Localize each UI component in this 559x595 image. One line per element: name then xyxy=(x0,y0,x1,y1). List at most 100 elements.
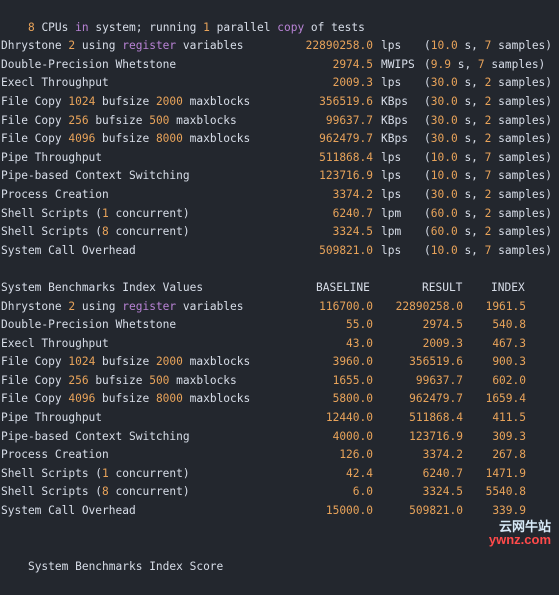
test-name: Double-Precision Whetstone xyxy=(1,316,176,335)
name-part: 8 xyxy=(102,225,109,239)
result-row: Pipe-based Context Switching 123716.9 lps (… xyxy=(1,167,559,186)
index-value: 309.3 xyxy=(492,429,526,443)
result-unit: KBps xyxy=(381,113,408,127)
baseline-value: 43.0 xyxy=(346,336,373,350)
index-row: Shell Scripts (1 concurrent) 42.4 6240.7 14… xyxy=(1,465,559,484)
test-name: Pipe Throughput xyxy=(1,409,102,428)
name-part: Double-Precision Whetstone xyxy=(1,57,177,71)
name-part: Process Creation xyxy=(1,448,109,462)
test-name: File Copy 1024 bufsize 2000 maxblocks xyxy=(1,93,250,112)
baseline-value: 15000.0 xyxy=(325,504,373,518)
result-value: 123716.9 xyxy=(319,169,373,183)
index-value: 1659.4 xyxy=(485,392,526,406)
detail-part: 60.0 xyxy=(430,206,458,220)
result-value: 3324.5 xyxy=(422,485,463,499)
test-name: Shell Scripts (1 concurrent) xyxy=(1,205,190,224)
detail-part: samples) xyxy=(491,169,553,183)
result-value: 3374.2 xyxy=(332,187,373,201)
detail-part: ( xyxy=(424,132,431,146)
baseline-value: 4000.0 xyxy=(332,429,373,443)
detail-part: ( xyxy=(424,206,431,220)
name-part: 256 xyxy=(68,373,89,387)
name-part: Pipe Throughput xyxy=(1,411,103,425)
result-value: 356519.6 xyxy=(319,94,373,108)
index-row: File Copy 1024 bufsize 2000 maxblocks 396… xyxy=(1,353,559,372)
index-row: System Call Overhead 15000.0 509821.0 339.9 xyxy=(1,502,559,521)
name-part: bufsize xyxy=(95,355,156,369)
result-value: 511868.4 xyxy=(409,411,463,425)
index-row: Process Creation 126.0 3374.2 267.8 xyxy=(1,446,559,465)
detail-part: s, xyxy=(457,39,485,53)
name-part: File Copy xyxy=(1,132,69,146)
name-part: Dhrystone xyxy=(1,39,69,53)
detail-part: ( xyxy=(424,57,431,71)
result-row: File Copy 1024 bufsize 2000 maxblocks 356… xyxy=(1,93,559,112)
test-name: File Copy 256 bufsize 500 maxblocks xyxy=(1,112,237,131)
index-header: System Benchmarks Index Values BASELINE … xyxy=(1,279,559,298)
detail-part: ( xyxy=(424,187,431,201)
detail-part: samples) xyxy=(491,132,553,146)
name-part: register xyxy=(122,299,177,313)
result-detail: (30.0 s, 2 samples) xyxy=(424,112,552,131)
name-part: 8000 xyxy=(155,392,183,406)
name-part: File Copy xyxy=(1,373,69,387)
detail-part: s, xyxy=(457,206,485,220)
result-detail: (30.0 s, 2 samples) xyxy=(424,93,552,112)
detail-part: 10.0 xyxy=(430,169,458,183)
result-detail: (30.0 s, 2 samples) xyxy=(424,130,552,149)
name-part: System Call Overhead xyxy=(1,504,136,518)
result-value: 22890258.0 xyxy=(395,299,463,313)
result-value: 2974.5 xyxy=(332,57,373,71)
name-part: 1 xyxy=(102,466,109,480)
result-detail: (10.0 s, 7 samples) xyxy=(424,167,552,186)
index-value: 900.3 xyxy=(492,355,526,369)
detail-part: 9.9 xyxy=(430,57,451,71)
detail-part: 30.0 xyxy=(430,76,458,90)
result-row: Process Creation 3374.2 lps (30.0 s, 2 samp… xyxy=(1,186,559,205)
name-part: Pipe-based Context Switching xyxy=(1,169,190,183)
name-part: Shell Scripts ( xyxy=(1,225,103,239)
detail-part: 30.0 xyxy=(430,94,458,108)
name-part: maxblocks xyxy=(169,373,237,387)
name-part: 4096 xyxy=(68,132,96,146)
index-row: Execl Throughput 43.0 2009.3 467.3 xyxy=(1,335,559,354)
result-detail: (10.0 s, 7 samples) xyxy=(424,149,552,168)
result-detail: (60.0 s, 2 samples) xyxy=(424,223,552,242)
result-value: 2009.3 xyxy=(422,336,463,350)
result-value: 2009.3 xyxy=(332,76,373,90)
name-part: Dhrystone xyxy=(1,299,69,313)
detail-part: s, xyxy=(457,76,485,90)
result-unit: lps xyxy=(381,187,402,201)
result-detail: (30.0 s, 2 samples) xyxy=(424,74,552,93)
test-name: Shell Scripts (1 concurrent) xyxy=(1,465,190,484)
result-value: 123716.9 xyxy=(409,429,463,443)
baseline-value: 3960.0 xyxy=(332,355,373,369)
name-part: maxblocks xyxy=(169,113,237,127)
index-row: Pipe Throughput 12440.0 511868.4 411.5 xyxy=(1,409,559,428)
name-part: concurrent) xyxy=(108,206,190,220)
test-name: Double-Precision Whetstone xyxy=(1,56,176,75)
name-part: File Copy xyxy=(1,392,69,406)
index-value: 267.8 xyxy=(492,448,526,462)
result-detail: (9.9 s, 7 samples) xyxy=(424,56,545,75)
name-part: maxblocks xyxy=(182,94,251,108)
test-name: Pipe Throughput xyxy=(1,149,102,168)
watermark-line1: 云网牛站 xyxy=(498,518,551,534)
result-value: 962479.7 xyxy=(409,392,463,406)
score-line: System Benchmarks Index Score xyxy=(1,539,559,573)
name-part: 500 xyxy=(149,113,170,127)
baseline-header: BASELINE xyxy=(316,280,370,294)
result-value: 2974.5 xyxy=(422,318,463,332)
name-part: maxblocks xyxy=(182,355,251,369)
result-row: Execl Throughput 2009.3 lps (30.0 s, 2 samp… xyxy=(1,74,559,93)
result-value: 3324.5 xyxy=(332,225,373,239)
name-part: concurrent) xyxy=(108,225,190,239)
name-part: variables xyxy=(176,39,244,53)
detail-part: samples) xyxy=(491,39,553,53)
test-name: Process Creation xyxy=(1,446,109,465)
detail-part: s, xyxy=(457,169,485,183)
name-part: Execl Throughput xyxy=(1,336,109,350)
index-row: Pipe-based Context Switching 4000.0 123716… xyxy=(1,428,559,447)
index-row: File Copy 256 bufsize 500 maxblocks 1655.… xyxy=(1,372,559,391)
result-unit: lps xyxy=(381,243,402,257)
